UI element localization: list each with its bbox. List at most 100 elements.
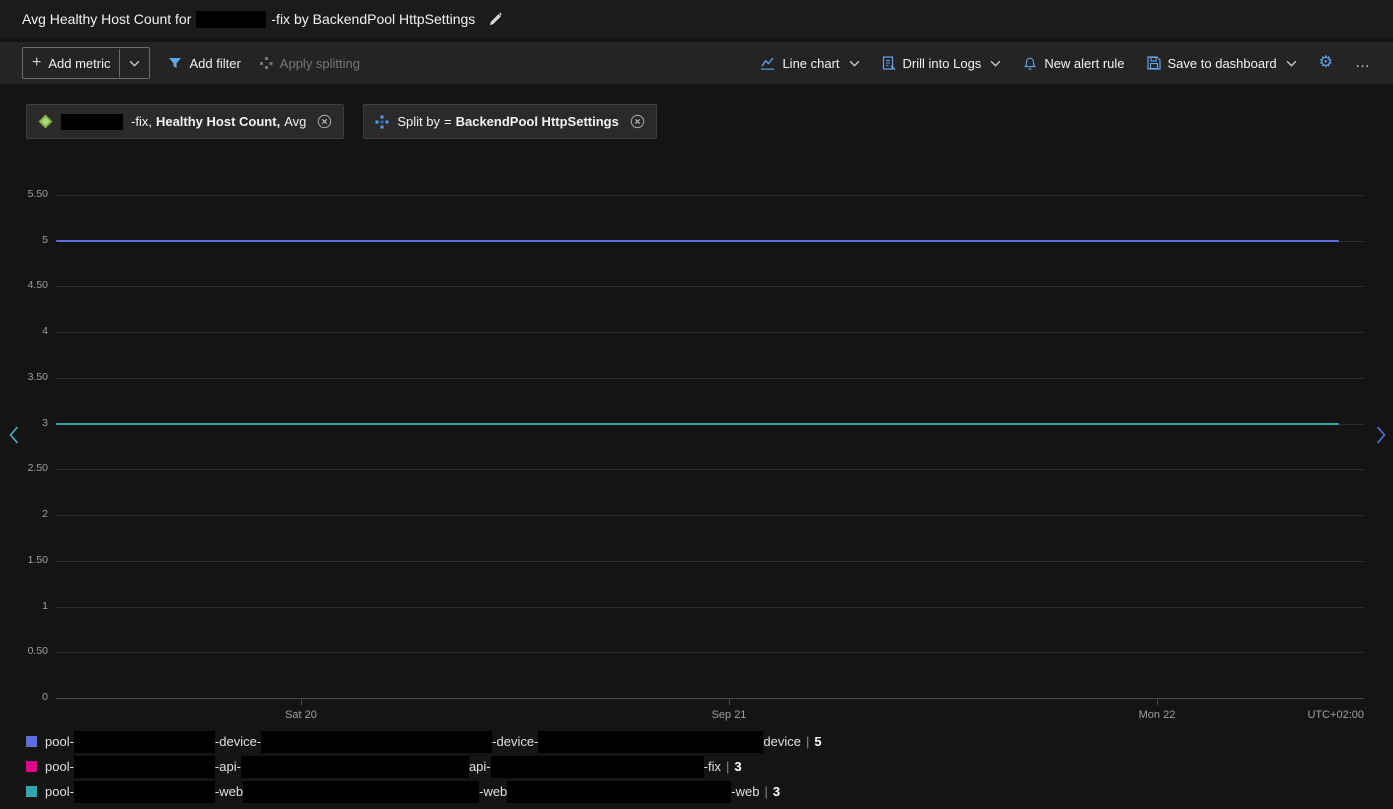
apply-splitting-button: Apply splitting xyxy=(259,56,360,71)
timezone-label: UTC+02:00 xyxy=(1307,709,1364,721)
gridline xyxy=(56,332,1364,334)
x-axis-tick-label: Sep 21 xyxy=(711,709,747,721)
legend-text: -web xyxy=(214,784,244,799)
redacted-resource-name xyxy=(196,10,267,28)
settings-gear-button[interactable]: ⚙ xyxy=(1319,55,1333,71)
y-axis-tick-label: 4 xyxy=(42,325,48,338)
legend-value: 3 xyxy=(734,759,742,774)
edit-title-icon[interactable] xyxy=(488,11,503,27)
split-by-value: BackendPool HttpSettings xyxy=(455,114,619,129)
metric-resource-icon xyxy=(38,114,53,129)
legend-text: pool- xyxy=(45,734,74,749)
add-metric-label: Add metric xyxy=(48,55,111,71)
series-line xyxy=(56,239,1339,242)
add-metric-button[interactable]: + Add metric xyxy=(22,47,151,79)
query-pills: -fix, Healthy Host Count, Avg Split by =… xyxy=(26,104,657,139)
apply-splitting-label: Apply splitting xyxy=(279,55,361,71)
x-axis-tick xyxy=(1157,698,1158,705)
y-axis-tick-label: 5 xyxy=(42,233,48,246)
legend-item[interactable]: pool- -api- api- -fix | 3 xyxy=(26,754,822,779)
remove-split-icon[interactable] xyxy=(630,114,645,129)
legend-item[interactable]: pool- -device- -device- device | 5 xyxy=(26,729,822,754)
legend-text: -device- xyxy=(492,734,539,749)
y-axis-tick-label: 1 xyxy=(42,599,48,612)
legend-text: -api- xyxy=(214,759,241,774)
redacted-text xyxy=(507,780,732,803)
drill-into-logs-button[interactable]: Drill into Logs xyxy=(882,56,1002,71)
drill-into-logs-label: Drill into Logs xyxy=(902,55,982,71)
split-by-operator: = xyxy=(444,114,452,129)
x-axis-tick-label: Mon 22 xyxy=(1138,709,1176,721)
legend-text: pool- xyxy=(45,784,74,799)
redacted-text xyxy=(261,730,493,753)
add-filter-label: Add filter xyxy=(189,55,241,71)
x-axis-tick xyxy=(301,698,302,705)
pan-left-chevron[interactable] xyxy=(7,425,20,445)
add-metric-dropdown[interactable] xyxy=(120,48,149,78)
legend-item[interactable]: pool- -web -web -web | 3 xyxy=(26,779,822,804)
legend-text: device xyxy=(763,734,801,749)
line-chart-icon xyxy=(760,56,775,71)
add-filter-button[interactable]: Add filter xyxy=(168,55,241,71)
toolbar-right-group: Line chart Drill into Logs New alert rul… xyxy=(760,55,1371,71)
legend-swatch xyxy=(26,786,37,797)
chevron-down-icon xyxy=(990,60,1001,67)
chart-title-bar: Avg Healthy Host Count for -fix by Backe… xyxy=(0,0,1393,38)
gridline xyxy=(56,560,1364,562)
redacted-text xyxy=(243,780,480,803)
pan-right-chevron[interactable] xyxy=(1375,425,1388,445)
split-pill[interactable]: Split by = BackendPool HttpSettings xyxy=(363,104,657,139)
split-by-icon xyxy=(375,115,389,129)
metric-resource-suffix: -fix, xyxy=(131,114,152,129)
y-axis-tick-label: 1.50 xyxy=(27,553,48,566)
legend-swatch xyxy=(26,736,37,747)
y-axis-tick-label: 0 xyxy=(42,691,48,703)
chart-title-prefix: Avg Healthy Host Count for xyxy=(22,11,192,27)
new-alert-rule-label: New alert rule xyxy=(1044,55,1125,71)
legend-separator: | xyxy=(764,784,768,799)
gridline xyxy=(56,195,1364,196)
chart-type-selector[interactable]: Line chart xyxy=(760,56,859,71)
gridline xyxy=(56,698,1364,699)
redacted-text xyxy=(240,755,469,778)
more-options-button[interactable]: … xyxy=(1355,55,1371,70)
legend-text: pool- xyxy=(45,759,74,774)
y-axis-tick-label: 3.50 xyxy=(27,370,48,383)
plus-icon: + xyxy=(32,54,42,71)
remove-metric-icon[interactable] xyxy=(317,114,332,129)
y-axis-tick-label: 2.50 xyxy=(27,462,48,475)
metric-aggregation: Avg xyxy=(284,114,307,129)
filter-icon xyxy=(168,56,182,70)
chevron-down-icon xyxy=(1286,60,1297,67)
legend-text: -fix xyxy=(703,759,721,774)
legend-text: -device- xyxy=(214,734,262,749)
command-toolbar: + Add metric Add filter Apply splitting xyxy=(0,42,1393,84)
y-axis-tick-label: 2 xyxy=(42,508,48,521)
azure-metrics-explorer: Avg Healthy Host Count for -fix by Backe… xyxy=(0,0,1393,809)
gridline xyxy=(56,286,1364,288)
redacted-text xyxy=(73,780,215,803)
x-axis-tick-label: Sat 20 xyxy=(285,709,317,721)
legend-swatch xyxy=(26,761,37,772)
legend-separator: | xyxy=(725,759,730,774)
metric-pill[interactable]: -fix, Healthy Host Count, Avg xyxy=(26,104,345,139)
alert-bell-icon xyxy=(1023,56,1037,71)
redacted-text xyxy=(73,755,215,778)
redacted-text xyxy=(73,730,215,753)
y-axis-tick-label: 4.50 xyxy=(27,279,48,292)
legend-value: 3 xyxy=(772,784,781,799)
y-axis-tick-label: 0.50 xyxy=(27,645,48,658)
series-line xyxy=(56,422,1339,425)
gridline xyxy=(56,469,1364,471)
split-by-label: Split by xyxy=(397,114,440,129)
legend-text: -web xyxy=(479,784,508,799)
gridline xyxy=(56,606,1364,608)
chart-legend: pool- -device- -device- device | 5 pool-… xyxy=(26,729,822,804)
logs-icon xyxy=(882,55,896,71)
gridline xyxy=(56,515,1364,517)
gridline xyxy=(56,377,1364,379)
gridline xyxy=(56,652,1364,654)
legend-value: 5 xyxy=(814,734,822,749)
save-to-dashboard-button[interactable]: Save to dashboard xyxy=(1146,56,1297,71)
new-alert-rule-button[interactable]: New alert rule xyxy=(1023,55,1125,71)
